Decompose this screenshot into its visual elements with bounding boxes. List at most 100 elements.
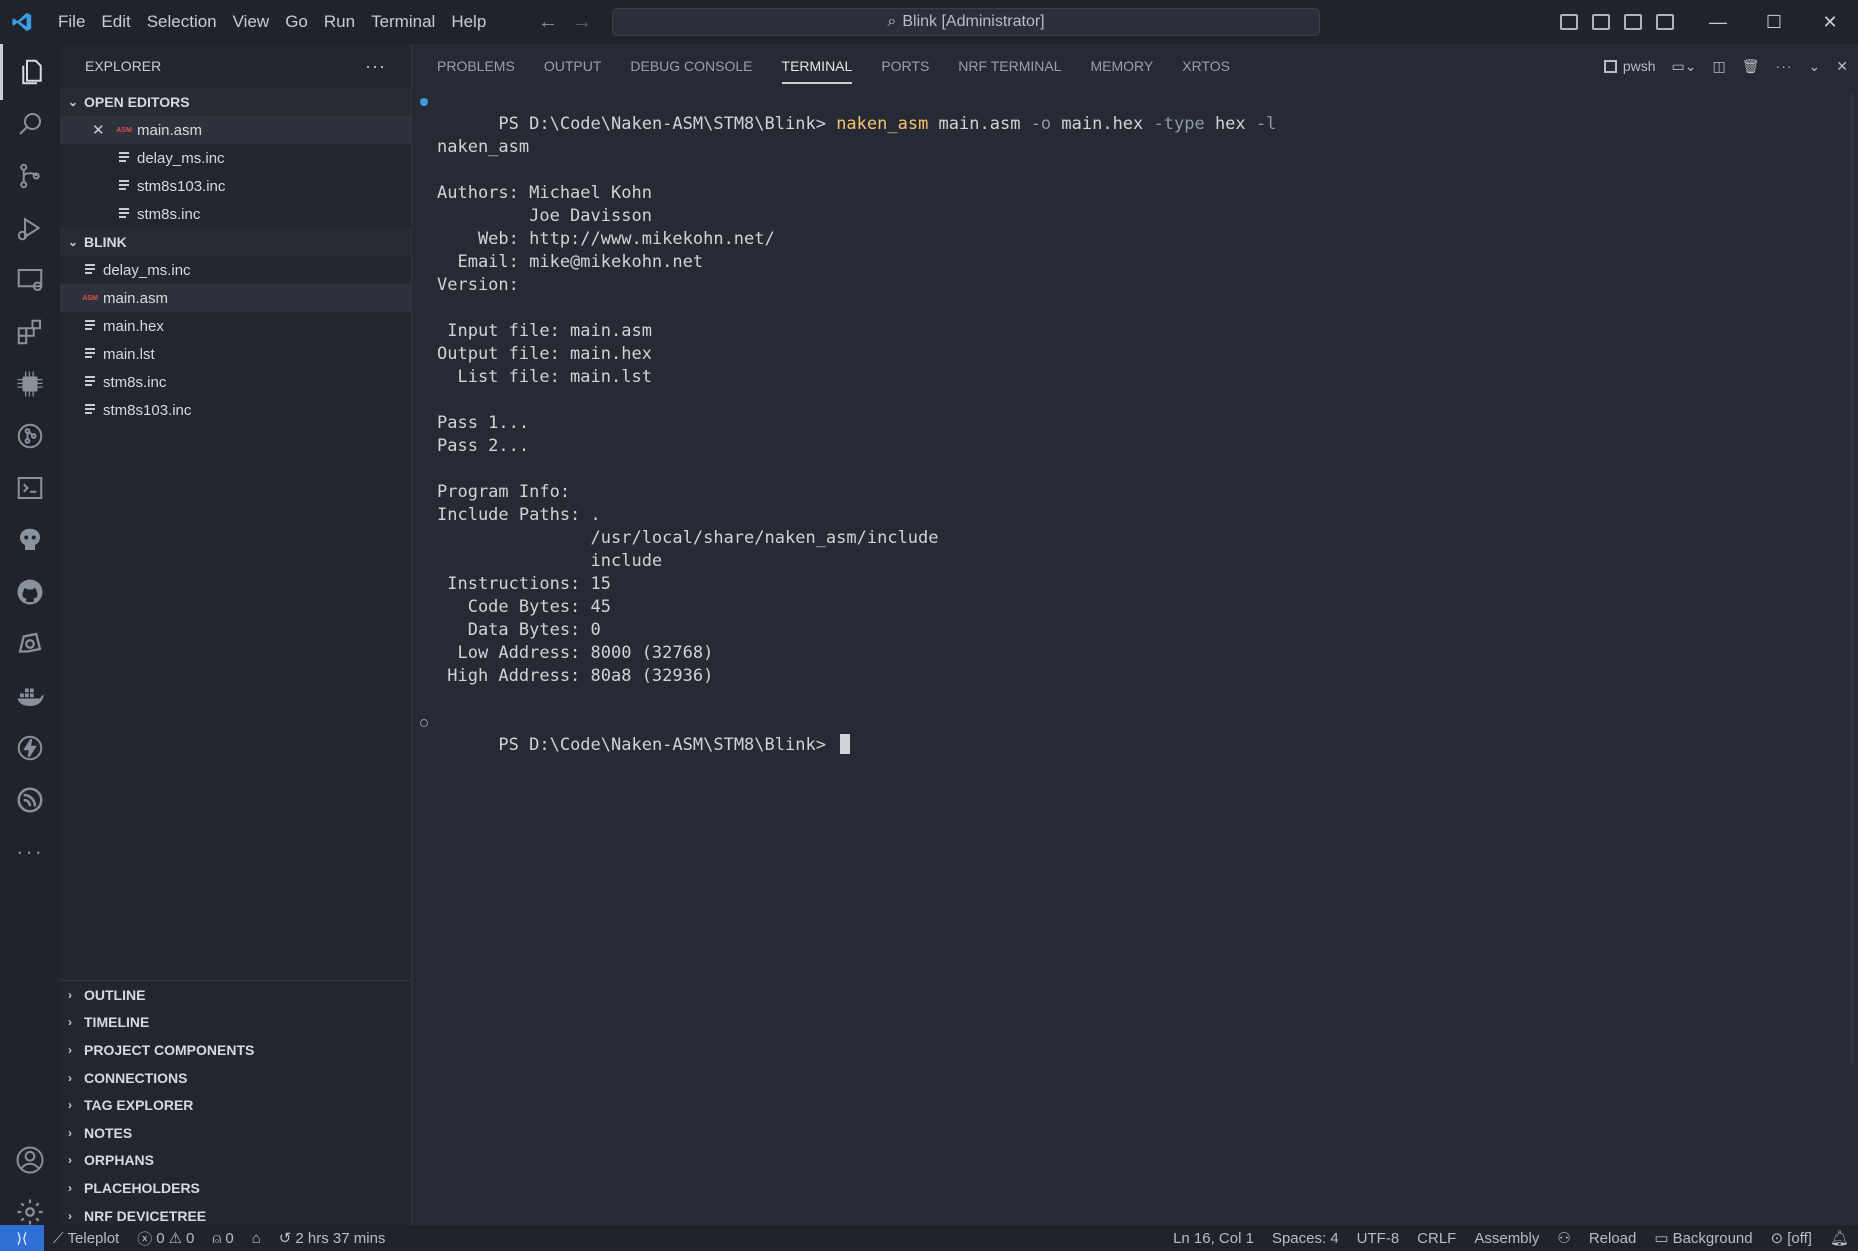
- back-arrow-icon[interactable]: ←: [538, 11, 558, 34]
- docker-icon[interactable]: [0, 668, 60, 724]
- menu-item-help[interactable]: Help: [443, 12, 494, 32]
- tab-problems[interactable]: PROBLEMS: [437, 44, 515, 88]
- copilot-icon[interactable]: [0, 616, 60, 672]
- section-placeholders[interactable]: › PLACEHOLDERS: [60, 1174, 411, 1202]
- open-editor-file-row[interactable]: stm8s.inc: [60, 200, 411, 228]
- blink-folder-header[interactable]: ⌄ BLINK: [60, 228, 411, 256]
- teleplot-item[interactable]: ⟋ Teleplot: [44, 1230, 128, 1247]
- trash-icon[interactable]: 🗑: [1742, 58, 1760, 75]
- tab-output[interactable]: OUTPUT: [544, 44, 602, 88]
- chip-icon[interactable]: [0, 356, 60, 412]
- remote-explorer-icon[interactable]: [0, 252, 60, 308]
- section-outline[interactable]: › OUTLINE: [60, 981, 411, 1009]
- terminal-output[interactable]: PS D:\Code\Naken-ASM\STM8\Blink> naken_a…: [412, 90, 1842, 755]
- section-project-components[interactable]: › PROJECT COMPONENTS: [60, 1036, 411, 1064]
- menu-item-view[interactable]: View: [225, 12, 278, 32]
- chevron-right-icon: ›: [68, 1180, 72, 1195]
- menu-item-edit[interactable]: Edit: [93, 12, 138, 32]
- home-icon[interactable]: ⌂: [243, 1230, 270, 1247]
- shell-selector[interactable]: pwsh: [1603, 58, 1656, 74]
- more-views-icon[interactable]: ···: [0, 824, 60, 880]
- source-control-icon[interactable]: [0, 148, 60, 204]
- accounts-icon[interactable]: [0, 1132, 60, 1188]
- forward-arrow-icon[interactable]: →: [572, 11, 592, 34]
- folder-file-row[interactable]: ASM main.asm: [60, 284, 411, 312]
- section-timeline[interactable]: › TIMELINE: [60, 1009, 411, 1037]
- run-debug-icon[interactable]: [0, 200, 60, 256]
- section-label: TAG EXPLORER: [84, 1097, 194, 1114]
- folder-file-row[interactable]: main.hex: [60, 312, 411, 340]
- section-connections[interactable]: › CONNECTIONS: [60, 1064, 411, 1092]
- toggle-secondary-sidebar-icon[interactable]: [1624, 14, 1642, 30]
- maximize-icon[interactable]: ☐: [1746, 0, 1802, 44]
- ports-item[interactable]: ⍝ 0: [203, 1230, 242, 1247]
- close-panel-icon[interactable]: ✕: [1836, 58, 1848, 75]
- menu-item-file[interactable]: File: [50, 12, 93, 32]
- open-editors-label: OPEN EDITORS: [84, 94, 190, 110]
- reload-button[interactable]: Reload: [1580, 1230, 1646, 1247]
- language-mode[interactable]: Assembly: [1465, 1230, 1548, 1247]
- chevron-right-icon: ›: [68, 1153, 72, 1168]
- problems-item[interactable]: ⓧ 0 ⚠ 0: [128, 1228, 203, 1249]
- close-window-icon[interactable]: ✕: [1802, 0, 1858, 44]
- text-file-icon: [83, 347, 97, 361]
- indentation[interactable]: Spaces: 4: [1263, 1230, 1348, 1247]
- terminal-scrollbar[interactable]: [1850, 94, 1854, 1064]
- git-graph-icon[interactable]: [0, 408, 60, 464]
- line-ending[interactable]: CRLF: [1408, 1230, 1465, 1247]
- tab-terminal[interactable]: TERMINAL: [781, 44, 852, 88]
- copilot-status-icon[interactable]: ⚇: [1548, 1229, 1579, 1247]
- menu-item-terminal[interactable]: Terminal: [363, 12, 443, 32]
- explorer-icon[interactable]: [0, 44, 60, 100]
- open-editor-file-row[interactable]: stm8s103.inc: [60, 172, 411, 200]
- platformio-icon[interactable]: [0, 512, 60, 568]
- encoding[interactable]: UTF-8: [1348, 1230, 1409, 1247]
- customize-layout-icon[interactable]: [1656, 14, 1674, 30]
- command-center-search[interactable]: ⌕ Blink [Administrator]: [612, 8, 1320, 36]
- notifications-bell-icon[interactable]: 🔔︎: [1821, 1229, 1858, 1247]
- menu-item-go[interactable]: Go: [277, 12, 316, 32]
- espressif-icon[interactable]: [0, 772, 60, 828]
- tab-ports[interactable]: PORTS: [881, 44, 929, 88]
- section-tag-explorer[interactable]: › TAG EXPLORER: [60, 1091, 411, 1119]
- open-editor-file-row[interactable]: delay_ms.inc: [60, 144, 411, 172]
- timer-item[interactable]: ↺ 2 hrs 37 mins: [270, 1229, 395, 1248]
- new-terminal-dropdown-icon[interactable]: ▭⌄: [1672, 58, 1697, 75]
- menu-item-selection[interactable]: Selection: [139, 12, 225, 32]
- activity-bar: ···: [0, 44, 60, 1225]
- close-editor-icon[interactable]: ✕: [92, 121, 117, 139]
- chevron-right-icon: ›: [68, 1098, 72, 1113]
- remote-indicator-icon[interactable]: ⟩⟨: [0, 1225, 44, 1251]
- live-share-item[interactable]: ⊙ [off]: [1762, 1229, 1821, 1248]
- tab-debug-console[interactable]: DEBUG CONSOLE: [630, 44, 752, 88]
- minimize-icon[interactable]: —: [1690, 0, 1746, 44]
- tab-xrtos[interactable]: XRTOS: [1182, 44, 1230, 88]
- warning-icon: ⚠: [168, 1230, 183, 1247]
- section-orphans[interactable]: › ORPHANS: [60, 1147, 411, 1175]
- chevron-down-icon[interactable]: ⌄: [1809, 58, 1821, 75]
- folder-file-row[interactable]: stm8s103.inc: [60, 396, 411, 424]
- split-panel-icon[interactable]: ◫: [1713, 58, 1726, 75]
- section-notes[interactable]: › NOTES: [60, 1119, 411, 1147]
- tab-memory[interactable]: MEMORY: [1091, 44, 1154, 88]
- lightning-icon[interactable]: [0, 720, 60, 776]
- background-item[interactable]: ▭ Background: [1645, 1229, 1761, 1248]
- folder-file-row[interactable]: stm8s.inc: [60, 368, 411, 396]
- teleplot-label: Teleplot: [67, 1229, 120, 1247]
- folder-file-row[interactable]: main.lst: [60, 340, 411, 368]
- search-view-icon[interactable]: [0, 96, 60, 152]
- extensions-icon[interactable]: [0, 304, 60, 360]
- folder-file-row[interactable]: delay_ms.inc: [60, 256, 411, 284]
- panel-more-icon[interactable]: ···: [1776, 58, 1793, 74]
- explorer-more-icon[interactable]: ···: [365, 56, 386, 77]
- open-editors-header[interactable]: ⌄ OPEN EDITORS: [60, 88, 411, 116]
- github-icon[interactable]: [0, 564, 60, 620]
- cursor-position[interactable]: Ln 16, Col 1: [1164, 1230, 1263, 1247]
- toggle-panel-icon[interactable]: [1592, 14, 1610, 30]
- toggle-sidebar-icon[interactable]: [1560, 14, 1578, 30]
- terminal-view-icon[interactable]: [0, 460, 60, 516]
- tab-nrf-terminal[interactable]: NRF TERMINAL: [958, 44, 1061, 88]
- open-editor-file-row[interactable]: ✕ ASM main.asm: [60, 116, 411, 144]
- menu-item-run[interactable]: Run: [316, 12, 363, 32]
- window-controls: — ☐ ✕: [1690, 0, 1858, 44]
